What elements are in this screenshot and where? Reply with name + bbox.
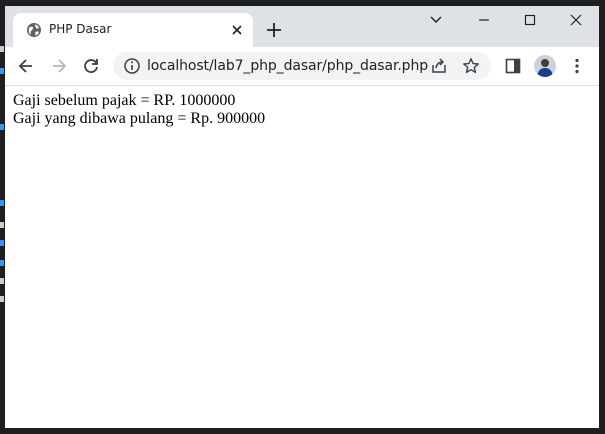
salary-before-tax-text: Gaji sebelum pajak = RP. 1000000	[13, 92, 236, 109]
browser-window: PHP Dasar localhost/lab7_php_dasar/php_d…	[5, 6, 599, 428]
new-tab-button[interactable]	[264, 20, 284, 40]
minimize-icon[interactable]	[473, 10, 495, 30]
side-panel-icon[interactable]	[503, 56, 523, 76]
page-content: Gaji sebelum pajak = RP. 1000000 Gaji ya…	[5, 86, 599, 428]
close-window-icon[interactable]	[565, 10, 587, 30]
tab-search-chevron-icon[interactable]	[425, 10, 447, 30]
browser-toolbar: localhost/lab7_php_dasar/php_dasar.php	[5, 47, 599, 86]
back-icon[interactable]	[16, 56, 36, 76]
globe-icon	[27, 23, 41, 37]
menu-icon[interactable]	[567, 56, 587, 76]
close-tab-icon[interactable]	[229, 22, 245, 38]
star-icon[interactable]	[461, 56, 481, 76]
share-icon[interactable]	[429, 56, 449, 76]
profile-avatar[interactable]	[534, 55, 556, 77]
reload-icon[interactable]	[81, 56, 101, 76]
forward-icon[interactable]	[49, 56, 69, 76]
tab-php-dasar[interactable]: PHP Dasar	[13, 13, 253, 47]
info-icon[interactable]	[122, 56, 142, 76]
tab-title: PHP Dasar	[49, 22, 112, 36]
take-home-salary-text: Gaji yang dibawa pulang = Rp. 900000	[13, 110, 266, 127]
address-bar[interactable]: localhost/lab7_php_dasar/php_dasar.php	[113, 52, 491, 80]
url-text: localhost/lab7_php_dasar/php_dasar.php	[147, 58, 429, 74]
maximize-icon[interactable]	[519, 10, 541, 30]
tab-strip: PHP Dasar	[5, 6, 599, 47]
profile-photo-icon	[537, 59, 553, 77]
